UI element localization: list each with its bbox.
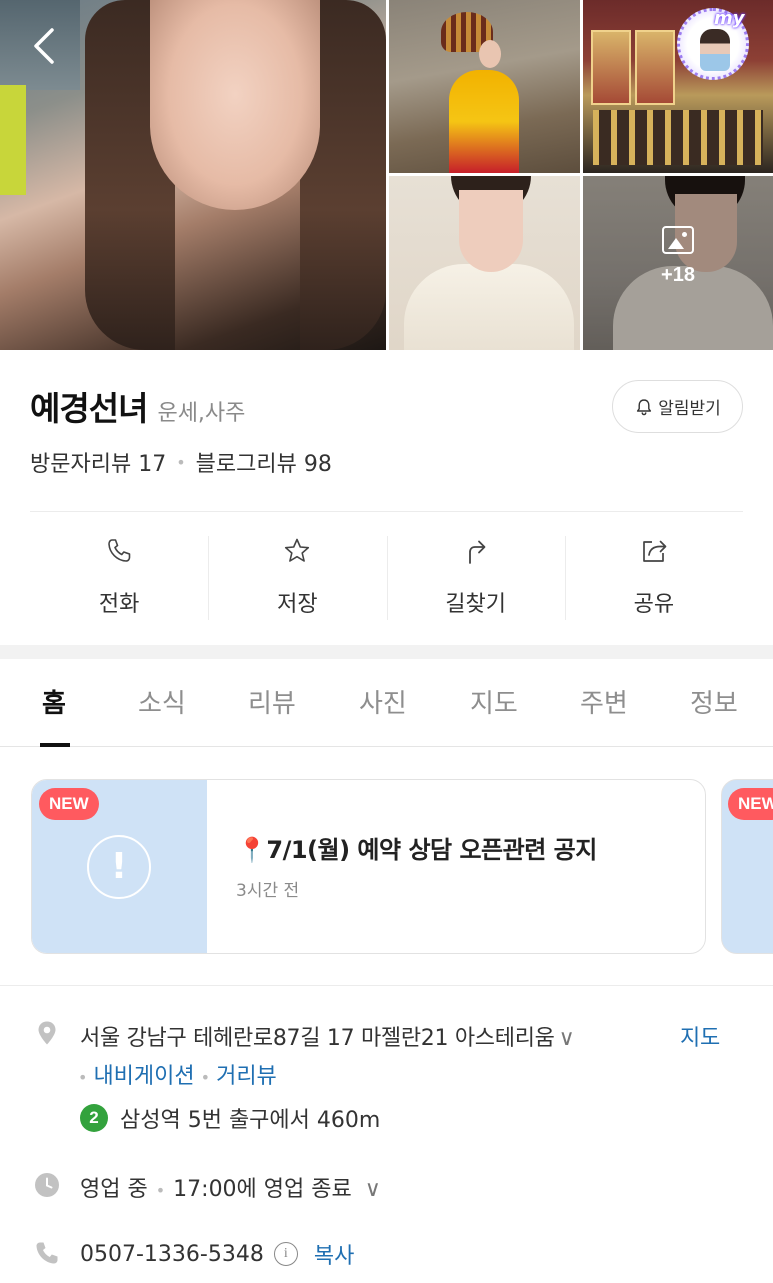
- tab-info[interactable]: 정보: [690, 683, 738, 720]
- notice-card[interactable]: ! NEW 📍7/1(월) 예약 상담 오픈관련 공지 3시간 전: [31, 779, 706, 954]
- notice-title-text: 7/1(월) 예약 상담 오픈관련 공지: [266, 836, 597, 864]
- notice-title: 📍7/1(월) 예약 상담 오픈관련 공지: [237, 830, 597, 865]
- new-badge: NEW: [39, 788, 99, 820]
- share-button[interactable]: 공유: [564, 530, 743, 625]
- divider: [0, 985, 773, 986]
- chevron-down-icon[interactable]: ∨: [559, 1026, 575, 1051]
- clock-icon: [35, 1173, 59, 1197]
- shrine-panel: [591, 30, 631, 105]
- blog-reviews-link[interactable]: 블로그리뷰 98: [196, 446, 332, 478]
- photo-thumbnail-1[interactable]: [389, 0, 580, 173]
- subway-directions: 2 삼성역 5번 출구에서 460m: [80, 1102, 380, 1134]
- open-status: 영업 중: [80, 1177, 148, 1202]
- background-sign: [0, 85, 26, 195]
- separator-dot: •: [155, 1181, 166, 1200]
- directions-button[interactable]: 길찾기: [386, 530, 565, 625]
- exclamation-icon: !: [87, 835, 151, 899]
- photo-hanbok: [449, 70, 519, 173]
- business-hours-row[interactable]: 영업 중 • 17:00에 영업 종료 ∨: [80, 1171, 381, 1203]
- action-label: 길찾기: [445, 592, 506, 617]
- image-icon: [662, 226, 694, 254]
- place-category: 운세,사주: [157, 401, 246, 426]
- photo-thumbnail-2[interactable]: my: [583, 0, 773, 173]
- shrine-panel: [635, 30, 675, 105]
- notify-button[interactable]: 알림받기: [612, 380, 743, 433]
- tab-nearby[interactable]: 주변: [580, 683, 628, 720]
- share-icon: [643, 540, 667, 562]
- separator-dot: •: [176, 452, 186, 472]
- tab-map[interactable]: 지도: [470, 683, 518, 720]
- place-name: 예경선녀: [30, 389, 148, 428]
- tab-photos[interactable]: 사진: [359, 683, 407, 720]
- phone-row: 0507-1336-5348 i 복사: [80, 1238, 354, 1270]
- tab-reviews[interactable]: 리뷰: [248, 683, 296, 720]
- directions-icon: [468, 540, 486, 564]
- photo-face: [459, 190, 523, 272]
- back-button[interactable]: [26, 24, 62, 68]
- chevron-left-icon: [34, 28, 54, 64]
- notice-time: 3시간 전: [236, 881, 300, 901]
- location-pin-icon: [38, 1021, 56, 1045]
- badge-avatar: [700, 29, 730, 71]
- notify-label: 알림받기: [658, 399, 721, 419]
- save-button[interactable]: 저장: [208, 530, 386, 625]
- photo-face: [150, 0, 320, 210]
- more-photos-count: +18: [661, 264, 695, 286]
- notice-card-next[interactable]: NEW: [721, 779, 773, 954]
- review-summary: 방문자리뷰 17 • 블로그리뷰 98: [30, 446, 332, 478]
- action-label: 전화: [98, 592, 140, 617]
- tab-news[interactable]: 소식: [138, 683, 186, 720]
- visitor-reviews-link[interactable]: 방문자리뷰 17: [30, 446, 166, 478]
- separator-dot: •: [200, 1068, 211, 1087]
- subway-line-badge: 2: [80, 1104, 108, 1132]
- separator-dot: •: [78, 1068, 88, 1087]
- photo-thumbnail-3[interactable]: [389, 176, 580, 350]
- place-title-row: 예경선녀 운세,사주: [30, 382, 246, 428]
- info-icon[interactable]: i: [273, 1242, 298, 1266]
- photo-head: [479, 40, 501, 68]
- chevron-down-icon[interactable]: ∨: [365, 1177, 381, 1202]
- action-label: 공유: [633, 592, 675, 617]
- pin-icon: 📍: [237, 836, 267, 864]
- my-badge-text: my: [714, 8, 745, 29]
- active-tab-indicator: [40, 743, 70, 747]
- street-view-link[interactable]: 거리뷰: [216, 1064, 277, 1089]
- phone-icon: [36, 1242, 58, 1264]
- new-badge: NEW: [728, 788, 773, 820]
- call-button[interactable]: 전화: [30, 530, 208, 625]
- address-row: 서울 강남구 테헤란로87길 17 마젤란21 아스테리움 ∨ 지도: [80, 1020, 720, 1052]
- map-link[interactable]: 지도: [680, 1020, 720, 1052]
- tab-home[interactable]: 홈: [42, 683, 66, 720]
- address-text: 서울 강남구 테헤란로87길 17 마젤란21 아스테리움: [80, 1026, 555, 1051]
- subway-text: 삼성역 5번 출구에서 460m: [120, 1108, 381, 1133]
- shrine-altar: [593, 110, 763, 165]
- tab-bar: 홈 소식 리뷰 사진 지도 주변 정보: [0, 659, 773, 747]
- navigation-link[interactable]: 내비게이션: [93, 1064, 194, 1089]
- divider: [30, 511, 743, 512]
- address-links: • 내비게이션 • 거리뷰: [78, 1058, 277, 1090]
- action-label: 저장: [277, 592, 318, 617]
- section-separator: [0, 645, 773, 659]
- phone-number[interactable]: 0507-1336-5348: [80, 1242, 264, 1267]
- phone-icon: [108, 539, 131, 562]
- more-photos-button[interactable]: +18: [583, 226, 773, 287]
- star-icon: [285, 538, 310, 562]
- copy-button[interactable]: 복사: [314, 1238, 354, 1270]
- photo-gallery[interactable]: my +18: [0, 0, 773, 350]
- action-bar: 전화 저장 길찾기 공유: [30, 530, 743, 625]
- photo-hanbok: [404, 264, 574, 350]
- bell-icon: [637, 398, 652, 415]
- hours-text: 17:00에 영업 종료: [173, 1177, 352, 1202]
